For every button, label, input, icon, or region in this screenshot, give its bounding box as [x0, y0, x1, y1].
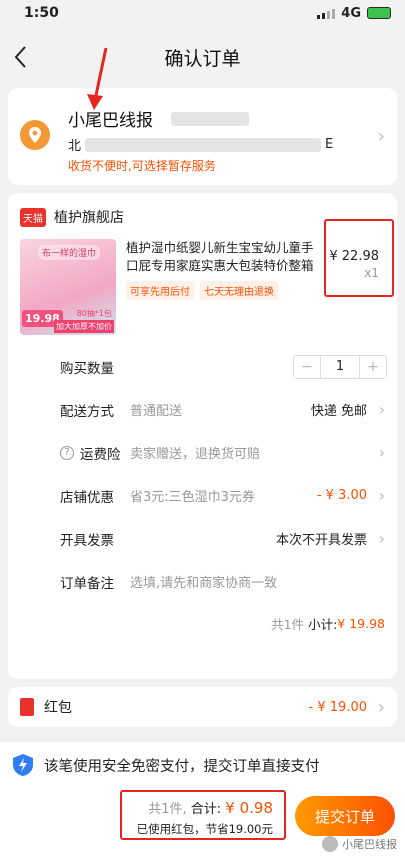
image-caption: 布一样的湿巾 — [38, 245, 101, 260]
red-highlight-box — [324, 219, 394, 297]
invoice-label: 开具发票 — [60, 532, 114, 549]
red-arrow-annotation — [87, 47, 108, 110]
chevron-right-icon: › — [378, 486, 385, 505]
subtotal-amount: ¥ 19.98 — [337, 615, 385, 631]
remark-row[interactable]: 订单备注 选填,请先和商家协商一致 — [8, 560, 397, 603]
red-highlight-box — [120, 790, 286, 840]
quantity-value[interactable]: 1 — [320, 355, 360, 378]
back-chevron-icon[interactable] — [10, 43, 34, 71]
subtotal-row: 共1件 小计: ¥ 19.98 — [8, 603, 397, 643]
subtotal-count: 共1件 — [271, 616, 305, 632]
tmall-badge: 天猫 — [20, 207, 46, 227]
quantity-row: 购买数量 − 1 + — [8, 345, 397, 388]
delivery-method: 普通配送 — [130, 404, 183, 419]
discount-label: 店铺优惠 — [60, 489, 114, 506]
image-promo: 加大加厚不加价 — [54, 320, 114, 333]
blurred-phone — [171, 111, 249, 126]
shop-name[interactable]: 植护旗舰店 — [54, 207, 124, 227]
watermark: 小尾巴线报 — [322, 836, 397, 852]
insurance-desc: 卖家赠送，退换货可赔 — [130, 447, 261, 462]
insurance-row[interactable]: ? 运费险 卖家赠送，退换货可赔 › — [8, 431, 397, 474]
invoice-row[interactable]: 开具发票 本次不开具发票 › — [8, 517, 397, 560]
chevron-right-icon: › — [377, 126, 385, 147]
address-note: 收货不便时,可选择暂存服务 — [68, 159, 216, 173]
location-pin-icon — [20, 120, 50, 150]
address-prefix: 北 — [68, 139, 82, 154]
status-time: 1:50 — [24, 5, 59, 21]
product-image: 布一样的湿巾 80抽*1包 19.98 加大加厚不加价 — [20, 239, 116, 335]
shield-icon — [13, 754, 33, 776]
redpacket-icon — [20, 698, 34, 716]
blurred-address — [85, 137, 322, 152]
redpacket-label: 红包 — [44, 700, 72, 716]
chevron-right-icon: › — [378, 529, 385, 548]
remark-input[interactable]: 选填,请先和商家协商一致 — [130, 572, 385, 591]
page-title: 确认订单 — [164, 47, 241, 70]
product-tag: 七天无理由退换 — [200, 281, 278, 300]
chevron-right-icon: › — [378, 400, 385, 419]
redpacket-row[interactable]: 红包 - ¥ 19.00 › — [8, 687, 397, 727]
discount-row[interactable]: 店铺优惠 省3元:三色湿巾3元券 - ¥ 3.00 › — [8, 474, 397, 517]
plus-button[interactable]: + — [360, 356, 386, 378]
delivery-value: 快递 免邮 — [310, 404, 367, 419]
question-icon[interactable]: ? — [60, 445, 74, 460]
invoice-value: 本次不开具发票 — [275, 533, 367, 548]
minus-button[interactable]: − — [294, 356, 320, 378]
product-tag: 可享先用后付 — [126, 281, 194, 300]
redpacket-value: - ¥ 19.00 — [308, 699, 367, 715]
status-bar: 1:50 4G — [0, 0, 405, 26]
submit-order-button[interactable]: 提交订单 — [295, 796, 395, 836]
order-card: 天猫 植护旗舰店 布一样的湿巾 80抽*1包 19.98 加大加厚不加价 植护湿… — [8, 193, 397, 679]
chevron-right-icon: › — [377, 697, 385, 718]
quantity-label: 购买数量 — [60, 360, 114, 377]
address-suffix: E — [325, 137, 334, 152]
nav-header: 确认订单 — [0, 26, 405, 88]
discount-desc: 省3元:三色湿巾3元券 — [130, 490, 255, 505]
wechat-icon — [322, 836, 338, 852]
subtotal-label: 小计: — [308, 616, 338, 632]
signal-icon — [317, 8, 336, 19]
address-card[interactable]: 小尾巴线报 北 E 收货不便时,可选择暂存服务 › — [8, 47, 397, 185]
discount-value: - ¥ 3.00 — [316, 488, 367, 503]
secure-text: 该笔使用安全免密支付，提交订单直接支付 — [44, 758, 320, 775]
quantity-stepper[interactable]: − 1 + — [293, 354, 387, 379]
secure-pay-notice: 该笔使用安全免密支付，提交订单直接支付 — [0, 742, 405, 788]
product-title: 植护湿巾纸婴儿新生宝宝幼儿童手口屁专用家庭实惠大包装特价整箱 — [126, 240, 314, 273]
delivery-label: 配送方式 — [60, 403, 114, 420]
network-label: 4G — [341, 5, 361, 21]
battery-icon — [367, 7, 391, 19]
watermark-text: 小尾巴线报 — [342, 838, 397, 851]
chevron-right-icon: › — [378, 443, 385, 462]
remark-label: 订单备注 — [60, 575, 114, 592]
delivery-row[interactable]: 配送方式 普通配送 快递 免邮 › — [8, 388, 397, 431]
image-count: 80抽*1包 — [76, 309, 112, 318]
bottom-bar: 该笔使用安全免密支付，提交订单直接支付 共1件, 合计: ¥ 0.98 已使用红… — [0, 742, 405, 860]
